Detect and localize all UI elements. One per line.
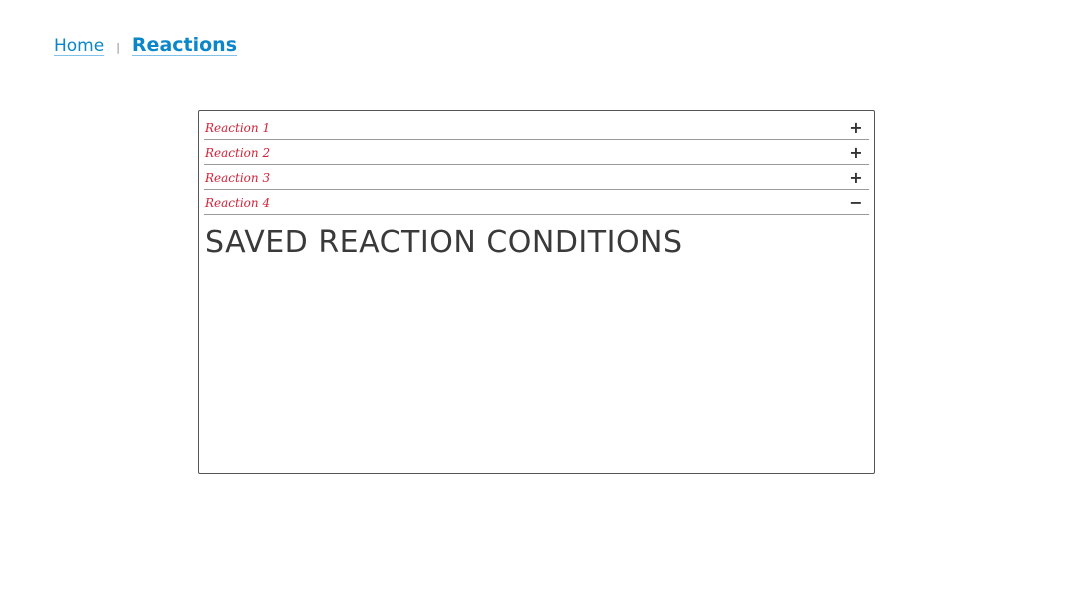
breadcrumb-home-link[interactable]: Home — [54, 36, 104, 56]
expand-plus-icon[interactable]: + — [849, 119, 863, 136]
accordion-item-label: Reaction 4 — [205, 195, 271, 210]
accordion-item-reaction-1[interactable]: Reaction 1 + — [204, 116, 869, 140]
saved-reaction-conditions-heading: SAVED REACTION CONDITIONS — [205, 225, 683, 260]
expand-plus-icon[interactable]: + — [849, 144, 863, 161]
reactions-accordion-panel: Reaction 1 + Reaction 2 + Reaction 3 + R… — [198, 110, 875, 474]
accordion-item-reaction-4[interactable]: Reaction 4 − — [204, 191, 869, 215]
breadcrumb-separator: | — [116, 41, 120, 54]
accordion-item-label: Reaction 1 — [205, 120, 271, 135]
accordion-item-reaction-2[interactable]: Reaction 2 + — [204, 141, 869, 165]
accordion-item-label: Reaction 2 — [205, 145, 271, 160]
collapse-minus-icon[interactable]: − — [849, 194, 863, 211]
accordion-expanded-content: SAVED REACTION CONDITIONS — [204, 225, 869, 260]
breadcrumb: Home | Reactions — [54, 34, 237, 56]
accordion-item-reaction-3[interactable]: Reaction 3 + — [204, 166, 869, 190]
accordion-item-label: Reaction 3 — [205, 170, 271, 185]
breadcrumb-current-reactions: Reactions — [131, 34, 238, 56]
expand-plus-icon[interactable]: + — [849, 169, 863, 186]
